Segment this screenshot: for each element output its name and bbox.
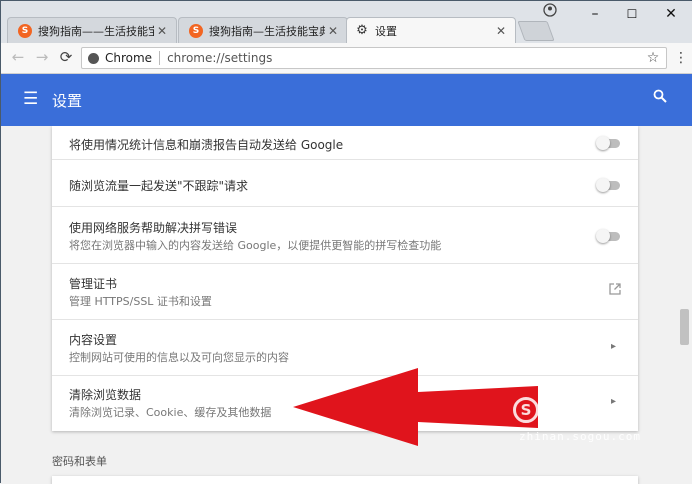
- toggle-switch[interactable]: [596, 178, 622, 192]
- back-icon[interactable]: ←: [9, 48, 27, 66]
- close-icon[interactable]: ✕: [493, 24, 509, 38]
- setting-label: 管理证书: [69, 277, 118, 291]
- watermark-brand: 搜狗指南: [545, 404, 638, 429]
- minimize-button[interactable]: –: [581, 5, 609, 23]
- tab-settings[interactable]: ⚙ 设置 ✕: [346, 17, 516, 43]
- red-arrow-annotation: [293, 368, 538, 446]
- setting-label: 内容设置: [69, 333, 118, 347]
- setting-label: 清除浏览数据: [69, 388, 142, 402]
- setting-description: 将您在浏览器中输入的内容发送给 Google，以便提供更智能的拼写检查功能: [69, 239, 442, 252]
- tab-sogou-1[interactable]: S 搜狗指南——生活技能宝 ✕: [7, 17, 177, 43]
- tab-strip: S 搜狗指南——生活技能宝 ✕ S 搜狗指南—生活技能宝典 ✕ ⚙ 设置 ✕ –…: [1, 1, 692, 43]
- sogou-favicon-icon: S: [18, 23, 32, 38]
- setting-description: 控制网站可使用的信息以及可向您显示的内容: [69, 351, 289, 364]
- close-icon[interactable]: ✕: [325, 24, 341, 38]
- watermark-domain: zhinan.sogou.com: [519, 430, 641, 443]
- toggle-switch[interactable]: [596, 136, 622, 150]
- reload-icon[interactable]: ⟳: [57, 48, 75, 66]
- profile-icon[interactable]: [542, 3, 558, 19]
- browser-window: S 搜狗指南——生活技能宝 ✕ S 搜狗指南—生活技能宝典 ✕ ⚙ 设置 ✕ –…: [0, 0, 692, 484]
- address-bar[interactable]: Chrome chrome://settings ☆: [81, 47, 667, 69]
- chrome-icon: [88, 52, 99, 64]
- scrollbar-thumb[interactable]: [680, 309, 689, 345]
- divider: [159, 51, 161, 65]
- tab-title: 搜狗指南——生活技能宝: [38, 24, 154, 38]
- tab-sogou-2[interactable]: S 搜狗指南—生活技能宝典 ✕: [178, 17, 348, 43]
- bookmark-star-icon[interactable]: ☆: [644, 50, 662, 66]
- search-icon[interactable]: [653, 89, 667, 107]
- close-icon[interactable]: ✕: [154, 24, 170, 38]
- sogou-favicon-icon: S: [189, 23, 203, 38]
- settings-header: ☰ 设置: [1, 74, 692, 126]
- setting-row-certificates[interactable]: 管理证书 管理 HTTPS/SSL 证书和设置: [52, 264, 638, 320]
- tab-title: 搜狗指南—生活技能宝典: [209, 24, 325, 38]
- setting-label: 将使用情况统计信息和崩溃报告自动发送给 Google: [69, 138, 344, 152]
- new-tab-button[interactable]: [517, 21, 555, 41]
- setting-row-spelling[interactable]: 使用网络服务帮助解决拼写错误 将您在浏览器中输入的内容发送给 Google，以便…: [52, 207, 638, 264]
- setting-row-do-not-track[interactable]: 随浏览流量一起发送"不跟踪"请求: [52, 160, 638, 207]
- setting-label: 随浏览流量一起发送"不跟踪"请求: [69, 179, 249, 193]
- section-title-passwords: 密码和表单: [52, 455, 107, 468]
- toolbar: ← → ⟳ Chrome chrome://settings ☆ ⋮: [1, 43, 692, 74]
- setting-row-usage-stats[interactable]: 将使用情况统计信息和崩溃报告自动发送给 Google: [52, 126, 638, 160]
- toggle-switch[interactable]: [596, 229, 622, 243]
- setting-description: 清除浏览记录、Cookie、缓存及其他数据: [69, 406, 272, 419]
- chevron-right-icon[interactable]: ▸: [611, 341, 616, 352]
- site-chip: Chrome: [105, 51, 153, 65]
- maximize-button[interactable]: ☐: [618, 5, 646, 23]
- close-window-button[interactable]: ✕: [657, 5, 685, 23]
- sogou-logo-icon: S: [513, 397, 539, 423]
- url-text[interactable]: chrome://settings: [167, 51, 644, 65]
- setting-description: 管理 HTTPS/SSL 证书和设置: [69, 295, 212, 308]
- page-title: 设置: [52, 92, 83, 110]
- forward-icon[interactable]: →: [33, 48, 51, 66]
- scrollbar[interactable]: [677, 126, 692, 484]
- menu-dots-icon[interactable]: ⋮: [674, 49, 688, 67]
- gear-icon: ⚙: [356, 23, 368, 38]
- tab-title: 设置: [375, 24, 397, 38]
- menu-icon[interactable]: ☰: [23, 89, 38, 109]
- external-link-icon[interactable]: [608, 282, 622, 300]
- setting-label: 使用网络服务帮助解决拼写错误: [69, 221, 238, 235]
